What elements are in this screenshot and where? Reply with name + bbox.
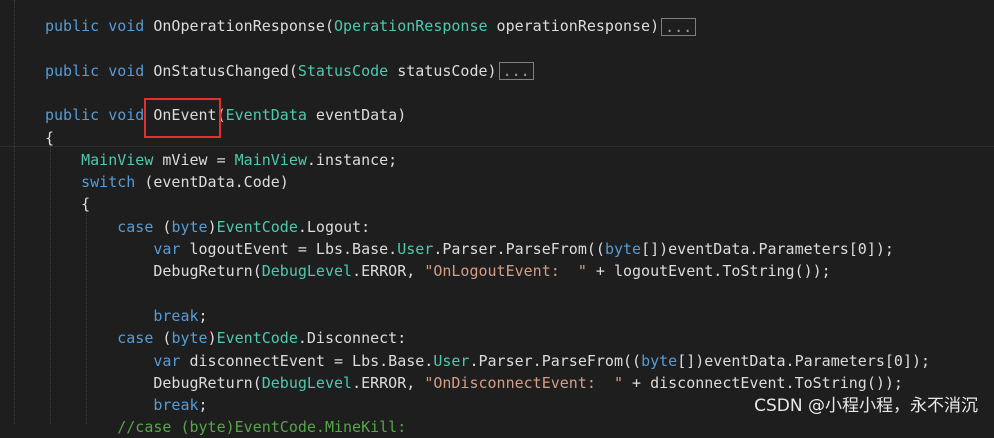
code-token: public xyxy=(45,106,100,125)
code-token: + disconnectEvent.ToString()); xyxy=(623,373,903,392)
code-token: ) xyxy=(207,329,217,348)
code-token: "OnDisconnectEvent: " xyxy=(424,373,623,392)
code-line[interactable]: case (byte)EventCode.Disconnect: xyxy=(45,327,994,349)
code-token: DebugReturn( xyxy=(45,262,262,281)
code-token: public xyxy=(45,17,100,35)
code-token: StatusCode xyxy=(297,61,389,80)
code-line[interactable] xyxy=(45,37,994,59)
code-line[interactable]: { xyxy=(45,193,994,215)
code-token: OnOperationResponse( xyxy=(144,17,334,35)
code-token: ; xyxy=(198,396,208,415)
code-editor[interactable]: public void OnOperationResponse(Operatio… xyxy=(0,0,994,436)
code-line[interactable]: break; xyxy=(45,305,994,327)
code-token: EventData xyxy=(225,106,307,125)
code-token: DebugLevel xyxy=(261,262,353,281)
code-token: MainView xyxy=(234,150,307,169)
watermark: CSDN @小程小程，永不消沉 xyxy=(754,396,978,416)
code-token: User xyxy=(433,351,470,370)
code-token: User xyxy=(397,240,434,258)
code-line[interactable] xyxy=(45,283,994,305)
indent-guide xyxy=(14,0,15,424)
code-token: + logoutEvent.ToString()); xyxy=(586,262,831,281)
code-token: .instance; xyxy=(306,150,398,169)
code-token: .ERROR, xyxy=(352,262,425,281)
code-token: byte xyxy=(604,240,642,258)
code-token: operationResponse) xyxy=(487,17,660,35)
code-line[interactable]: DebugReturn(DebugLevel.ERROR, "OnLogoutE… xyxy=(45,260,994,282)
code-token: case xyxy=(117,217,154,236)
code-token: ) xyxy=(207,217,217,236)
code-token: OnEvent( xyxy=(144,106,226,125)
code-token: ( xyxy=(153,217,172,236)
code-line[interactable]: public void OnStatusChanged(StatusCode s… xyxy=(45,60,994,82)
code-token: OnStatusChanged( xyxy=(144,61,298,80)
code-token: OperationResponse xyxy=(334,17,488,35)
code-token: break xyxy=(153,396,199,415)
code-line[interactable]: var disconnectEvent = Lbs.Base.User.Pars… xyxy=(45,350,994,372)
code-token: switch xyxy=(81,173,136,192)
code-token: public xyxy=(45,61,100,80)
code-token: .Parser.ParseFrom(( xyxy=(433,240,605,258)
code-token: void xyxy=(108,61,145,80)
code-line[interactable]: //case (byte)EventCode.MineKill: xyxy=(45,416,994,438)
code-line[interactable]: public void OnEvent(EventData eventData) xyxy=(45,104,994,126)
code-token: .Parser.ParseFrom(( xyxy=(469,351,642,370)
code-line[interactable]: case (byte)EventCode.Logout: xyxy=(45,216,994,238)
code-line[interactable] xyxy=(45,82,994,104)
code-token: byte xyxy=(641,351,678,370)
code-token: statusCode) xyxy=(388,61,497,80)
code-line[interactable]: switch (eventData.Code) xyxy=(45,171,994,193)
code-token: DebugReturn( xyxy=(45,373,262,392)
code-token: (eventData.Code) xyxy=(135,173,289,192)
code-token: { xyxy=(45,195,91,214)
code-token: disconnectEvent = Lbs.Base. xyxy=(180,351,434,370)
code-token: byte xyxy=(171,217,208,236)
code-token: .Logout: xyxy=(297,217,371,236)
code-token: "OnLogoutEvent: " xyxy=(424,262,587,281)
code-token: [])eventData.Parameters[0]); xyxy=(641,240,894,258)
collapsed-region-button[interactable]: ... xyxy=(661,17,697,36)
code-token: void xyxy=(108,17,145,35)
code-token: .ERROR, xyxy=(352,373,425,392)
code-token: ; xyxy=(198,306,208,325)
code-token: [])eventData.Parameters[0]); xyxy=(677,351,931,370)
code-line[interactable]: MainView mView = MainView.instance; xyxy=(45,149,994,171)
code-token: byte xyxy=(171,329,208,348)
code-token: logoutEvent = Lbs.Base. xyxy=(180,240,398,258)
code-line[interactable]: { xyxy=(45,127,994,149)
code-token: var xyxy=(153,351,181,370)
code-line[interactable]: public void OnOperationResponse(Operatio… xyxy=(45,15,994,37)
code-token: DebugLevel xyxy=(261,373,353,392)
code-token: eventData) xyxy=(306,106,407,125)
code-token: ( xyxy=(153,329,172,348)
code-token: .Disconnect: xyxy=(297,329,407,348)
code-token: break xyxy=(153,306,199,325)
code-token: MainView xyxy=(81,150,154,169)
code-token: EventCode xyxy=(216,329,298,348)
code-token: //case (byte)EventCode.MineKill: xyxy=(45,418,407,437)
code-token: { xyxy=(45,128,55,147)
code-line[interactable]: var logoutEvent = Lbs.Base.User.Parser.P… xyxy=(45,238,994,260)
code-token: var xyxy=(153,240,181,258)
collapsed-region-button[interactable]: ... xyxy=(498,62,534,81)
code-token: void xyxy=(108,106,145,125)
code-token: case xyxy=(117,329,154,348)
code-token: EventCode xyxy=(216,217,298,236)
code-token: mView = xyxy=(153,150,235,169)
